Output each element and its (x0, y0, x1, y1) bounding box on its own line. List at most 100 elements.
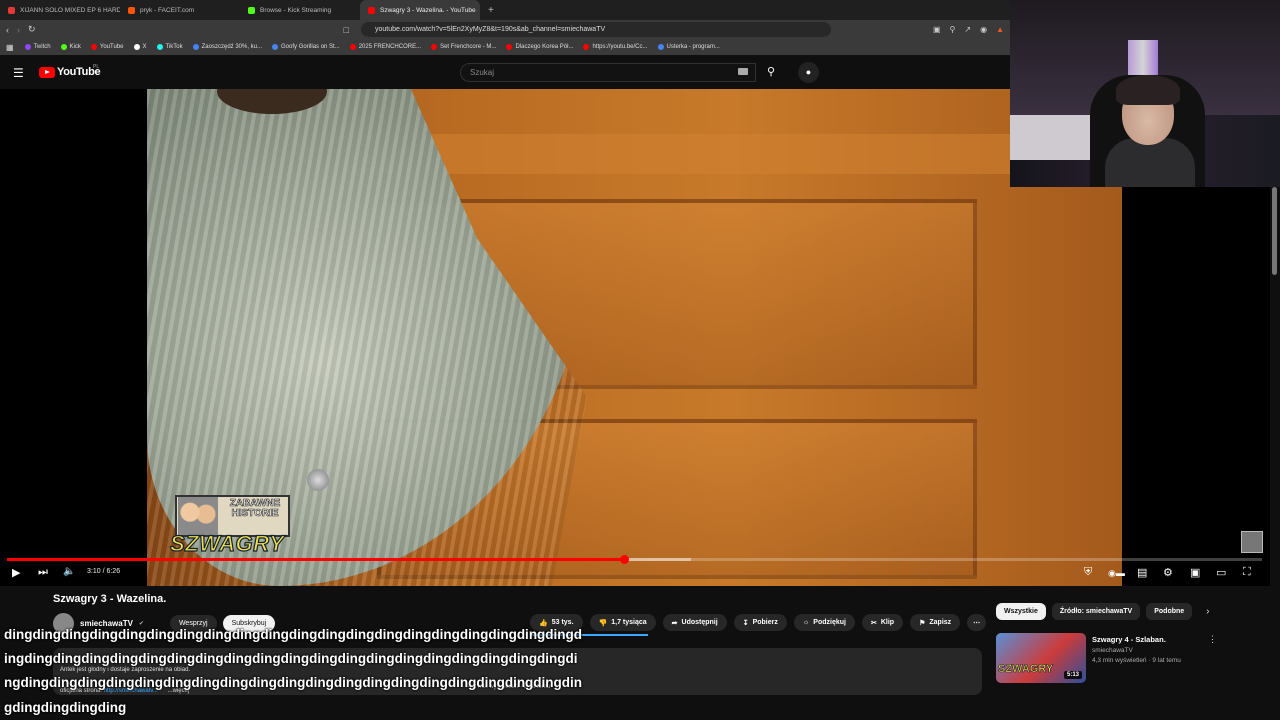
bookmark-favicon-icon (60, 44, 67, 50)
recommended-thumbnail[interactable]: SZWAGRY 5:13 (996, 633, 1086, 683)
autoplay-toggle[interactable]: ◉▬ (1108, 568, 1125, 579)
recommended-channel[interactable]: smiechawaTV (1092, 647, 1133, 654)
keyboard-icon[interactable] (738, 68, 748, 75)
recommended-title[interactable]: Szwagry 4 - Szlaban. (1092, 635, 1166, 644)
bookmark-favicon-icon (349, 44, 356, 50)
webcam-person-hair (1116, 75, 1180, 105)
browser-tab[interactable]: pryk - FACEIT.com (120, 0, 240, 20)
bookmark-favicon-icon (272, 44, 279, 50)
more-vert-icon[interactable]: ⋮ (1208, 634, 1217, 645)
forward-icon[interactable]: › (17, 25, 20, 35)
voice-search-button[interactable]: ● (798, 62, 819, 83)
play-icon[interactable]: ▶ (12, 566, 20, 579)
region-code: PL (93, 64, 100, 70)
sponsorblock-icon[interactable]: ⛨ (1084, 566, 1092, 579)
progress-bar[interactable] (7, 555, 1262, 564)
filter-chip[interactable]: Źródło: smiechawaTV (1051, 603, 1141, 620)
bookmark-icon: ⚑ (919, 619, 926, 627)
brave-shield-icon[interactable]: ▲ (996, 25, 1004, 34)
bookmark-favicon-icon (583, 44, 590, 50)
youtube-play-logo-icon (39, 66, 55, 78)
bookmark-star-icon[interactable]: □ (344, 25, 349, 35)
next-icon[interactable]: ⏭ (38, 566, 48, 579)
filter-chip[interactable]: Podobne (1146, 603, 1193, 620)
bookmark-favicon-icon (506, 44, 513, 50)
bookmark-label: Usterka - program... (666, 44, 720, 50)
recommended-video[interactable]: SZWAGRY 5:13 Szwagry 4 - Szlaban. smiech… (996, 633, 1266, 688)
bookmark-favicon-icon (431, 44, 438, 50)
browser-tab-bar: XIJANN SOLO MIXED EP 6 HARD TE pryk - FAC… (0, 0, 1010, 20)
settings-gear-icon[interactable]: ⚙ (1163, 566, 1173, 579)
back-icon[interactable]: ‹ (6, 25, 9, 35)
bookmark-favicon-icon (156, 44, 163, 50)
bookmark-item[interactable]: https://youtu.be/Cc... (580, 44, 650, 50)
apps-grid-icon[interactable]: ▦ (6, 43, 14, 52)
subtitles-icon[interactable]: ▤ (1137, 566, 1147, 579)
logo-main-text: SZWAGRY (169, 530, 285, 556)
theater-mode-icon[interactable]: ▭ (1216, 566, 1226, 579)
clip-button[interactable]: ✂ Klip (861, 614, 904, 631)
fullscreen-icon[interactable]: ⛶ (1243, 566, 1251, 579)
bookmark-item[interactable]: Twitch (22, 44, 54, 50)
webcam-overlay (1010, 0, 1280, 187)
reload-icon[interactable]: ↻ (28, 24, 36, 35)
tab-label: XIJANN SOLO MIXED EP 6 HARD TE (20, 6, 120, 14)
logo-faces (178, 497, 218, 535)
webcam-person-body (1105, 138, 1195, 187)
filter-chip[interactable]: Wszystkie (996, 603, 1046, 620)
bookmark-item[interactable]: TikTok (154, 44, 186, 50)
bookmark-label: Goofy Gorillas on St... (281, 44, 340, 50)
zoom-icon[interactable]: ⚲ (950, 25, 956, 34)
bookmark-item[interactable]: Zaoszczędź 30%, ku... (190, 44, 265, 50)
chat-overlay-text: dingdingdingdingdingdingdingdingdingding… (4, 627, 583, 715)
player-controls: ▶ ⏭ 🔈 3:10 / 6:26 ⛨ ◉▬ ▤ ⚙ ▣ ▭ ⛶ (0, 563, 1280, 585)
bookmark-item[interactable]: Dlaczego Korea Pół... (503, 44, 576, 50)
webcam-light (1128, 40, 1158, 75)
bookmark-item[interactable]: Set Frenchcore - M... (428, 44, 499, 50)
scissors-icon: ✂ (870, 619, 877, 627)
page-scrollbar[interactable] (1270, 187, 1280, 587)
browser-tab[interactable]: Browse - Kick Streaming (240, 0, 360, 20)
download-button[interactable]: ↧ Pobierz (733, 614, 787, 631)
save-button[interactable]: ⚑ Zapisz (910, 614, 961, 631)
bookmark-item[interactable]: Goofy Gorillas on St... (269, 44, 343, 50)
search-input[interactable]: Szukaj (460, 63, 756, 82)
more-dots-icon: ⋯ (973, 619, 981, 627)
thanks-button[interactable]: ☼ Podziękuj (793, 614, 855, 631)
door-rail (347, 134, 1122, 174)
bookmarks-bar: ▦ Twitch Kick YouTube X TikTok Zaoszczędź 30%… (0, 39, 1010, 55)
bookmark-label: Set Frenchcore - M... (440, 44, 497, 50)
youtube-header: ☰ YouTube PL Szukaj ⚲ ● (0, 55, 1010, 89)
search-button[interactable]: ⚲ (756, 63, 786, 82)
url-field[interactable]: youtube.com/watch?v=5lEn2XyMyZ8&t=190s&a… (360, 22, 831, 37)
chevron-right-icon[interactable]: › (1206, 606, 1209, 617)
more-actions-button[interactable]: ⋯ (967, 614, 987, 631)
channel-watermark-avatar[interactable] (1241, 531, 1263, 553)
bookmark-item[interactable]: YouTube (88, 44, 127, 50)
bookmark-item[interactable]: 2025 FRENCHCORE... (347, 44, 424, 50)
logo-subtitle: ZABAWNE HISTORIE (229, 498, 281, 519)
hamburger-menu-icon[interactable]: ☰ (13, 66, 24, 80)
tab-favicon-icon (8, 6, 15, 14)
bookmark-item[interactable]: Kick (58, 44, 84, 50)
door-knob (307, 469, 329, 491)
volume-icon[interactable]: 🔈 (63, 566, 75, 577)
extension-icon[interactable]: ◉ (980, 25, 987, 34)
dislike-button[interactable]: 👎 1,7 tysiąca (589, 614, 656, 631)
bookmark-item[interactable]: X (131, 44, 150, 50)
miniplayer-icon[interactable]: ▣ (1190, 566, 1200, 579)
share-page-icon[interactable]: ↗ (964, 25, 971, 34)
bookmark-favicon-icon (192, 44, 199, 50)
bookmark-item[interactable]: Usterka - program... (655, 44, 723, 50)
bookmark-label: X (142, 44, 147, 50)
action-buttons: 👍 53 tys. 👎 1,7 tysiąca ➦ Udostępnij ↧ Pobie… (530, 614, 987, 631)
video-title: Szwagry 3 - Wazelina. (53, 593, 167, 605)
played-bar (7, 558, 625, 561)
new-tab-icon[interactable]: + (480, 5, 502, 16)
browser-tab[interactable]: XIJANN SOLO MIXED EP 6 HARD TE (0, 0, 120, 20)
youtube-logo[interactable]: YouTube (39, 66, 101, 78)
share-button[interactable]: ➦ Udostępnij (662, 614, 727, 631)
browser-tab[interactable]: Szwagry 3 - Wazelina. - YouTube× (360, 0, 480, 20)
bookmark-label: TikTok (165, 44, 183, 50)
cast-icon[interactable]: ▣ (933, 25, 941, 34)
